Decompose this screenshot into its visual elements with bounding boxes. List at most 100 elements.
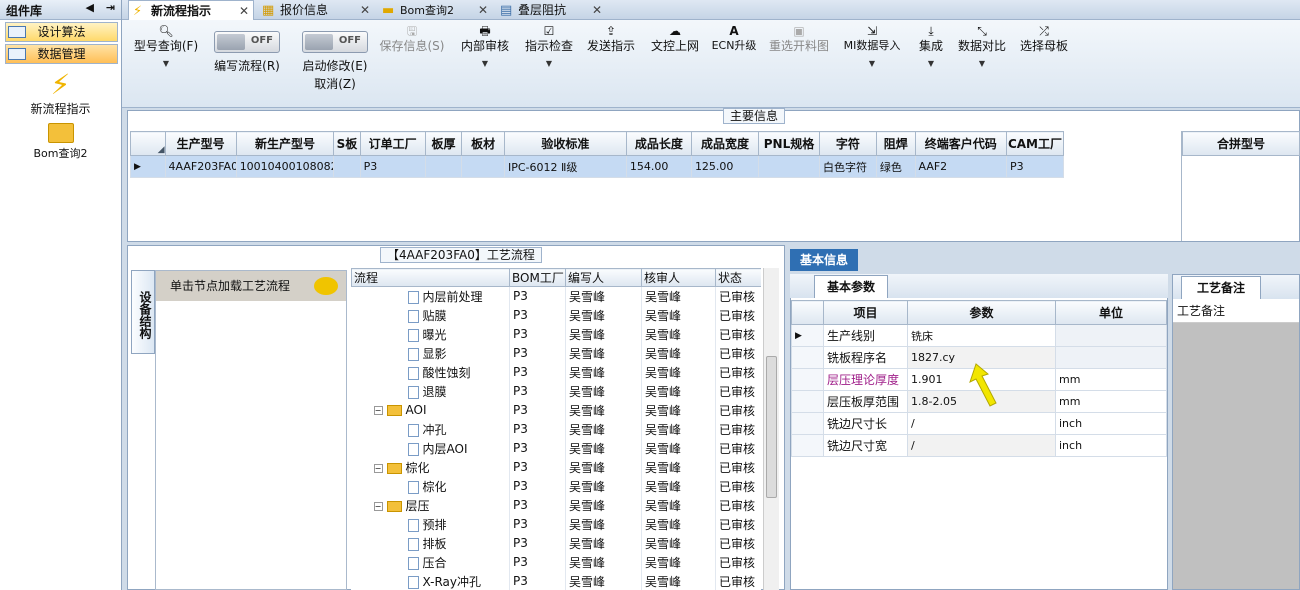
list-item[interactable]: − 棕化 P3 吴雪峰 吴雪峰 已审核 <box>351 457 761 477</box>
list-item[interactable]: 棕化 P3 吴雪峰 吴雪峰 已审核 <box>351 476 761 496</box>
file-upload-button[interactable]: ☁ 文控上网 <box>646 24 704 54</box>
table-cell[interactable] <box>461 155 505 178</box>
flow-name-cell[interactable]: 显影 <box>351 343 510 363</box>
save-info-button[interactable]: 🖫 保存信息(S) <box>374 24 450 54</box>
table-row[interactable]: ▶ 生产线别 铣床 <box>791 324 1167 347</box>
flow-name-cell[interactable]: 压合 <box>351 552 510 572</box>
column-header[interactable]: 生产型号 <box>164 131 237 156</box>
flow-name-cell[interactable]: 排板 <box>351 533 510 553</box>
flow-name-cell[interactable]: X-Ray冲孔 <box>351 571 510 590</box>
instruction-check-button[interactable]: ☑ 指示检查 ▼ <box>520 24 578 72</box>
table-cell[interactable]: 10010400108082 <box>235 155 335 178</box>
column-header[interactable]: 板厚 <box>424 131 463 156</box>
data-management-button[interactable]: 数据管理 <box>5 44 118 64</box>
column-header[interactable]: 阻焊 <box>875 131 916 156</box>
column-header[interactable]: 成品长度 <box>625 131 692 156</box>
column-header[interactable]: 单位 <box>1055 300 1167 325</box>
table-cell[interactable]: 绿色 <box>875 155 916 178</box>
bom-query-item[interactable]: Bom查询2 <box>0 123 121 161</box>
list-item[interactable]: 内层前处理 P3 吴雪峰 吴雪峰 已审核 <box>351 286 761 306</box>
list-item[interactable]: 曝光 P3 吴雪峰 吴雪峰 已审核 <box>351 324 761 344</box>
column-header[interactable]: CAM工厂 <box>1005 131 1065 156</box>
column-header[interactable]: BOM工厂 <box>509 268 566 287</box>
table-cell[interactable]: 白色字符 <box>818 155 877 178</box>
reselect-material-button[interactable]: ▣ 重选开料图 <box>766 24 832 54</box>
column-header[interactable]: 新生产型号 <box>235 131 335 156</box>
list-item[interactable]: 贴膜 P3 吴雪峰 吴雪峰 已审核 <box>351 305 761 325</box>
table-cell[interactable]: 4AAF203FA0 <box>164 155 237 178</box>
column-header[interactable]: 流程 <box>351 268 510 287</box>
column-header[interactable]: 核审人 <box>641 268 716 287</box>
flow-name-cell[interactable]: 冲孔 <box>351 419 510 439</box>
param-value-cell[interactable]: 铣床 <box>907 324 1056 347</box>
column-header[interactable]: 项目 <box>823 300 908 325</box>
column-header[interactable]: 成品宽度 <box>690 131 760 156</box>
list-item[interactable]: X-Ray冲孔 P3 吴雪峰 吴雪峰 已审核 <box>351 571 761 590</box>
close-icon[interactable]: ✕ <box>360 0 370 20</box>
list-item[interactable]: − 层压 P3 吴雪峰 吴雪峰 已审核 <box>351 495 761 515</box>
flow-name-cell[interactable]: 酸性蚀刻 <box>351 362 510 382</box>
flow-name-cell[interactable]: − 层压 <box>351 495 510 515</box>
flow-name-cell[interactable]: − 棕化 <box>351 457 510 477</box>
collapse-icon[interactable]: − <box>373 501 383 511</box>
data-compare-button[interactable]: ⤡ 数据对比 ▼ <box>954 24 1010 72</box>
pin-icon[interactable]: ⇥ <box>106 1 115 14</box>
table-row[interactable]: 铣边尺寸宽 / inch <box>791 434 1167 457</box>
table-row[interactable]: 铣边尺寸长 / inch <box>791 412 1167 435</box>
list-item[interactable]: − AOI P3 吴雪峰 吴雪峰 已审核 <box>351 400 761 420</box>
close-icon[interactable]: ✕ <box>478 0 488 20</box>
tab-stackup-impedance[interactable]: ▤ 叠层阻抗 ✕ <box>496 0 606 20</box>
model-query-button[interactable]: 🔍︎ 型号查询(F) ▼ <box>130 24 202 72</box>
tab-basic-params[interactable]: 基本参数 <box>814 275 888 298</box>
table-cell[interactable]: P3 <box>1005 155 1065 178</box>
table-row[interactable]: ▶ 4AAF203FA0 10010400108082 P3 IPC-6012 Ⅱ级 1… <box>130 155 1065 178</box>
flow-name-cell[interactable]: − AOI <box>351 400 510 420</box>
column-header[interactable]: 参数 <box>907 300 1056 325</box>
edit-flow-toggle[interactable]: OFF <box>214 31 280 53</box>
close-icon[interactable]: ✕ <box>592 0 602 20</box>
table-cell[interactable]: AAF2 <box>914 155 1007 178</box>
param-value-cell[interactable]: / <box>907 434 1056 457</box>
integrate-button[interactable]: ⤓ 集成 ▼ <box>912 24 950 72</box>
list-item[interactable]: 排板 P3 吴雪峰 吴雪峰 已审核 <box>351 533 761 553</box>
list-item[interactable]: 退膜 P3 吴雪峰 吴雪峰 已审核 <box>351 381 761 401</box>
equipment-structure-tab[interactable]: 设备结构 <box>131 270 155 354</box>
table-cell[interactable] <box>758 155 820 178</box>
table-cell[interactable] <box>333 155 361 178</box>
collapse-left-icon[interactable]: ◀ <box>85 1 93 14</box>
flow-name-cell[interactable]: 退膜 <box>351 381 510 401</box>
list-item[interactable]: 显影 P3 吴雪峰 吴雪峰 已审核 <box>351 343 761 363</box>
list-item[interactable]: 预排 P3 吴雪峰 吴雪峰 已审核 <box>351 514 761 534</box>
column-header[interactable]: 验收标准 <box>503 131 627 156</box>
table-cell[interactable]: 154.00 <box>625 155 692 178</box>
flow-name-cell[interactable]: 内层AOI <box>351 438 510 458</box>
scrollbar-thumb[interactable] <box>766 356 777 498</box>
tab-basic-info[interactable]: 基本信息 <box>790 249 858 271</box>
flow-name-cell[interactable]: 棕化 <box>351 476 510 496</box>
column-header[interactable]: 订单工厂 <box>359 131 426 156</box>
cancel-button[interactable]: 取消(Z) <box>292 76 378 92</box>
start-modify-toggle[interactable]: OFF <box>302 31 368 53</box>
tab-bom-query[interactable]: ▬ Bom查询2 ✕ <box>378 0 492 20</box>
flow-name-cell[interactable]: 贴膜 <box>351 305 510 325</box>
internal-review-button[interactable]: 🖶 内部审核 ▼ <box>456 24 514 72</box>
send-instruction-button[interactable]: ⇪ 发送指示 <box>582 24 640 54</box>
mi-import-button[interactable]: ⇲ MI数据导入 ▼ <box>838 24 906 72</box>
column-header[interactable]: 编写人 <box>565 268 642 287</box>
tab-quote-info[interactable]: ▦ 报价信息 ✕ <box>258 0 374 20</box>
tab-new-flow[interactable]: ⚡ 新流程指示 ✕ <box>128 0 254 20</box>
column-header[interactable]: 字符 <box>818 131 877 156</box>
select-master-button[interactable]: ⤮ 选择母板 <box>1016 24 1072 54</box>
column-header[interactable]: S板 <box>333 131 361 156</box>
column-header[interactable]: PNL规格 <box>758 131 820 156</box>
table-cell[interactable] <box>424 155 463 178</box>
new-flow-instruction-item[interactable]: ⚡ 新流程指示 <box>0 70 121 117</box>
collapse-icon[interactable]: − <box>373 463 383 473</box>
table-cell[interactable]: 125.00 <box>690 155 760 178</box>
flow-name-cell[interactable]: 曝光 <box>351 324 510 344</box>
list-item[interactable]: 酸性蚀刻 P3 吴雪峰 吴雪峰 已审核 <box>351 362 761 382</box>
param-value-cell[interactable]: / <box>907 412 1056 435</box>
list-item[interactable]: 压合 P3 吴雪峰 吴雪峰 已审核 <box>351 552 761 572</box>
tab-process-note[interactable]: 工艺备注 <box>1181 276 1261 299</box>
ecn-upgrade-button[interactable]: A ECN升级 <box>708 24 760 54</box>
